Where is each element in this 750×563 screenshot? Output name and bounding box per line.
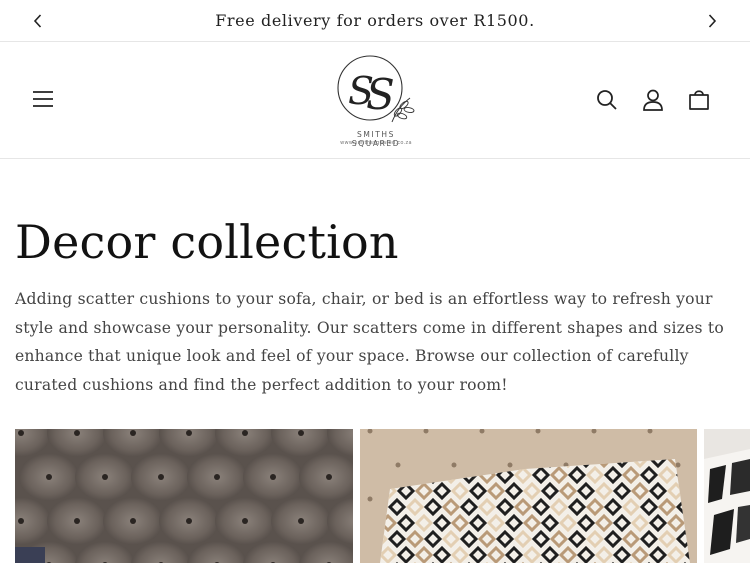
- announcement-text: Free delivery for orders over R1500.: [215, 11, 535, 30]
- collection-description: Adding scatter cushions to your sofa, ch…: [15, 290, 724, 394]
- cushion-image-partial: [704, 429, 750, 563]
- announcement-bar: Free delivery for orders over R1500.: [0, 0, 750, 42]
- product-card[interactable]: [360, 429, 697, 563]
- page-title: Decor collection: [15, 215, 399, 269]
- account-icon[interactable]: [640, 87, 666, 113]
- site-header: S S SMITHS SQUARED www.smithssquared.co.…: [0, 42, 750, 159]
- logo-monogram: S S: [337, 55, 415, 123]
- product-card[interactable]: [704, 429, 750, 563]
- menu-icon[interactable]: [30, 86, 56, 112]
- product-card[interactable]: [15, 429, 353, 563]
- chevron-right-icon[interactable]: [702, 11, 722, 31]
- svg-text:S: S: [366, 70, 395, 119]
- search-icon[interactable]: [594, 87, 620, 113]
- logo-url: www.smithssquared.co.za: [340, 140, 412, 146]
- site-logo[interactable]: S S SMITHS SQUARED www.smithssquared.co.…: [332, 52, 420, 152]
- geometric-cushion-image: [360, 429, 697, 563]
- tufted-headboard-image: [15, 429, 353, 563]
- cart-icon[interactable]: [686, 87, 712, 113]
- chevron-left-icon[interactable]: [28, 11, 48, 31]
